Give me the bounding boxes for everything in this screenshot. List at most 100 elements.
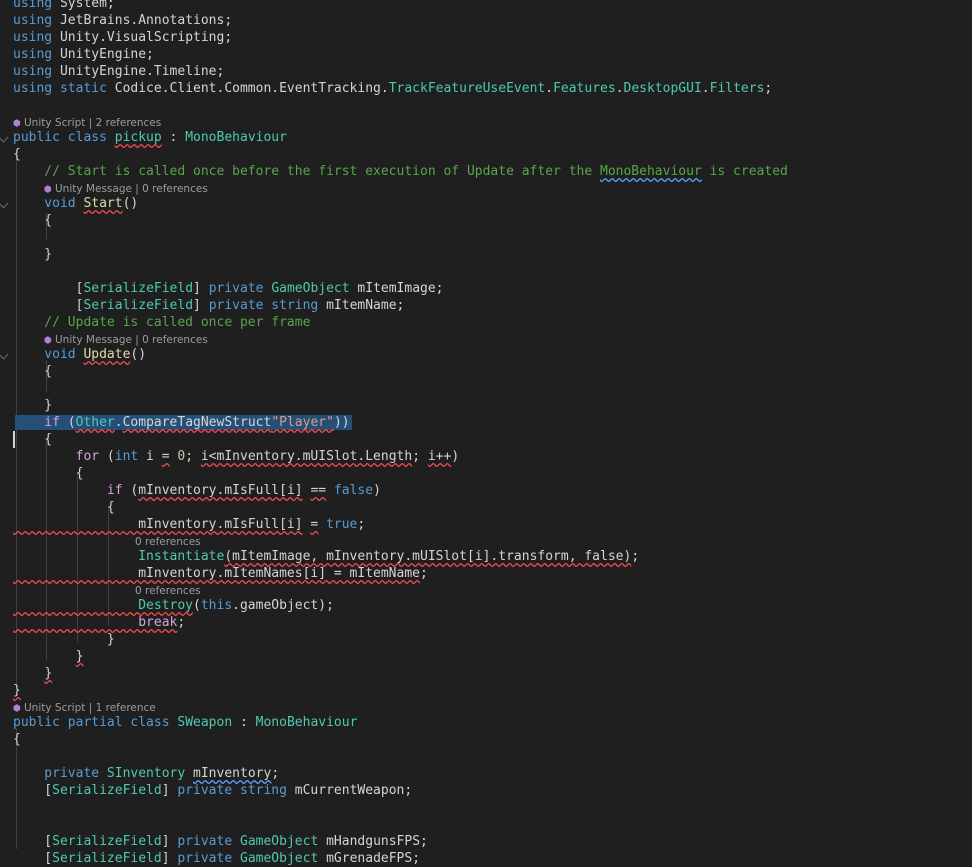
code-text[interactable]: { bbox=[13, 431, 52, 448]
code-line[interactable]: } bbox=[0, 682, 972, 699]
code-text[interactable]: using UnityEngine; bbox=[13, 46, 154, 63]
code-text[interactable]: using System; bbox=[13, 0, 115, 12]
code-line[interactable]: { bbox=[0, 146, 972, 163]
code-line[interactable]: void Update() bbox=[0, 346, 972, 363]
code-line[interactable]: public partial class SWeapon : MonoBehav… bbox=[0, 714, 972, 731]
code-text[interactable]: } bbox=[13, 246, 52, 263]
code-text[interactable]: [SerializeField] private GameObject mIte… bbox=[13, 280, 444, 297]
code-line[interactable]: { bbox=[0, 499, 972, 516]
code-line[interactable]: mInventory.mIsFull[i] = true; bbox=[0, 516, 972, 533]
code-line[interactable]: { bbox=[0, 363, 972, 380]
code-text[interactable]: public partial class SWeapon : MonoBehav… bbox=[13, 714, 357, 731]
code-text[interactable]: } bbox=[13, 631, 115, 648]
code-text[interactable]: // Start is called once before the first… bbox=[13, 163, 788, 180]
code-text[interactable]: Instantiate(mItemImage, mInventory.mUISl… bbox=[13, 548, 639, 565]
code-line[interactable] bbox=[0, 263, 972, 280]
fold-chevron-icon[interactable] bbox=[0, 132, 9, 143]
code-line[interactable]: public class pickup : MonoBehaviour bbox=[0, 129, 972, 146]
code-line[interactable] bbox=[0, 748, 972, 765]
code-line[interactable] bbox=[0, 380, 972, 397]
code-text[interactable]: Destroy(this.gameObject); bbox=[13, 597, 334, 614]
code-line[interactable]: } bbox=[0, 246, 972, 263]
code-line[interactable]: using JetBrains.Annotations; bbox=[0, 12, 972, 29]
code-text[interactable]: // Update is called once per frame bbox=[13, 314, 310, 331]
code-text[interactable]: break; bbox=[13, 614, 185, 631]
code-text[interactable]: { bbox=[13, 212, 52, 229]
code-line[interactable]: using Unity.VisualScripting; bbox=[0, 29, 972, 46]
code-line[interactable]: { bbox=[0, 731, 972, 748]
code-line[interactable]: Instantiate(mItemImage, mInventory.mUISl… bbox=[0, 548, 972, 565]
code-text[interactable]: void Start() bbox=[13, 195, 138, 212]
codelens-text[interactable]: Unity Message | 0 references bbox=[55, 334, 208, 346]
code-text[interactable]: for (int i = 0; i<mInventory.mUISlot.Len… bbox=[13, 448, 460, 465]
code-line[interactable]: [SerializeField] private GameObject mIte… bbox=[0, 280, 972, 297]
code-text[interactable]: void Update() bbox=[13, 346, 146, 363]
code-text[interactable]: { bbox=[13, 363, 52, 380]
code-text[interactable]: { bbox=[13, 731, 21, 748]
code-line[interactable]: for (int i = 0; i<mInventory.mUISlot.Len… bbox=[0, 448, 972, 465]
code-token: TrackFeatureUseEvent bbox=[388, 81, 546, 96]
code-line[interactable]: [SerializeField] private string mItemNam… bbox=[0, 297, 972, 314]
code-line[interactable]: break; bbox=[0, 614, 972, 631]
code-text[interactable]: using static Codice.Client.Common.EventT… bbox=[13, 80, 772, 97]
code-text[interactable]: using JetBrains.Annotations; bbox=[13, 12, 232, 29]
code-text[interactable]: using UnityEngine.Timeline; bbox=[13, 63, 224, 80]
code-token: pickup bbox=[114, 130, 162, 145]
code-line[interactable]: { bbox=[0, 431, 972, 448]
code-line[interactable]: if (Other.CompareTagNewStruct"Player")) bbox=[0, 414, 972, 431]
code-token: private bbox=[208, 281, 264, 296]
codelens-text[interactable]: Unity Script | 1 reference bbox=[24, 702, 156, 714]
code-line[interactable]: // Start is called once before the first… bbox=[0, 163, 972, 180]
code-text[interactable]: } bbox=[13, 682, 21, 699]
code-line[interactable]: if (mInventory.mIsFull[i] == false) bbox=[0, 482, 972, 499]
code-line[interactable]: } bbox=[0, 665, 972, 682]
code-text[interactable]: if (Other.CompareTagNewStruct"Player")) bbox=[13, 414, 349, 431]
fold-chevron-icon[interactable] bbox=[0, 198, 9, 209]
code-text[interactable]: public class pickup : MonoBehaviour bbox=[13, 129, 287, 146]
code-text[interactable]: } bbox=[13, 648, 84, 665]
code-line[interactable]: { bbox=[0, 212, 972, 229]
code-line[interactable]: } bbox=[0, 648, 972, 665]
code-editor[interactable]: using System; using JetBrains.Annotations… bbox=[0, 0, 972, 866]
code-text[interactable]: [SerializeField] private string mItemNam… bbox=[13, 297, 405, 314]
codelens-text[interactable]: 0 references bbox=[135, 536, 201, 548]
codelens-text[interactable]: Unity Script | 2 references bbox=[24, 117, 161, 129]
code-line[interactable]: void Start() bbox=[0, 195, 972, 212]
code-text[interactable]: { bbox=[13, 465, 84, 482]
code-text[interactable]: { bbox=[13, 499, 115, 516]
code-line[interactable]: Destroy(this.gameObject); bbox=[0, 597, 972, 614]
code-text[interactable]: using Unity.VisualScripting; bbox=[13, 29, 232, 46]
code-text[interactable]: } bbox=[13, 665, 52, 682]
code-line[interactable]: } bbox=[0, 397, 972, 414]
code-line[interactable]: [SerializeField] private GameObject mGre… bbox=[0, 850, 972, 867]
code-line[interactable]: // Update is called once per frame bbox=[0, 314, 972, 331]
code-text[interactable]: if (mInventory.mIsFull[i] == false) bbox=[13, 482, 381, 499]
code-line[interactable] bbox=[0, 229, 972, 246]
code-line[interactable]: } bbox=[0, 631, 972, 648]
code-line[interactable]: [SerializeField] private GameObject mHan… bbox=[0, 833, 972, 850]
code-text[interactable]: [SerializeField] private GameObject mHan… bbox=[13, 833, 428, 850]
code-text[interactable]: mInventory.mItemNames[i] = mItemName; bbox=[13, 565, 428, 582]
code-line[interactable]: using UnityEngine.Timeline; bbox=[0, 63, 972, 80]
fold-chevron-icon[interactable] bbox=[0, 349, 9, 360]
code-line[interactable]: [SerializeField] private string mCurrent… bbox=[0, 782, 972, 799]
code-line[interactable] bbox=[0, 816, 972, 833]
code-line[interactable] bbox=[0, 799, 972, 816]
code-text[interactable]: private SInventory mInventory; bbox=[13, 765, 279, 782]
code-line[interactable]: mInventory.mItemNames[i] = mItemName; bbox=[0, 565, 972, 582]
codelens-text[interactable]: 0 references bbox=[135, 585, 201, 597]
code-text[interactable]: } bbox=[13, 397, 52, 414]
code-token: ] bbox=[161, 851, 178, 866]
code-text[interactable]: [SerializeField] private string mCurrent… bbox=[13, 782, 412, 799]
code-line[interactable]: using System; bbox=[0, 0, 972, 12]
code-line[interactable]: private SInventory mInventory; bbox=[0, 765, 972, 782]
codelens-text[interactable]: Unity Message | 0 references bbox=[55, 183, 208, 195]
code-text[interactable]: [SerializeField] private GameObject mGre… bbox=[13, 850, 420, 867]
code-text[interactable]: mInventory.mIsFull[i] = true; bbox=[13, 516, 365, 533]
code-line[interactable] bbox=[0, 97, 972, 114]
code-line[interactable]: using static Codice.Client.Common.EventT… bbox=[0, 80, 972, 97]
code-text[interactable]: { bbox=[13, 146, 21, 163]
code-line[interactable]: { bbox=[0, 465, 972, 482]
code-line[interactable]: using UnityEngine; bbox=[0, 46, 972, 63]
